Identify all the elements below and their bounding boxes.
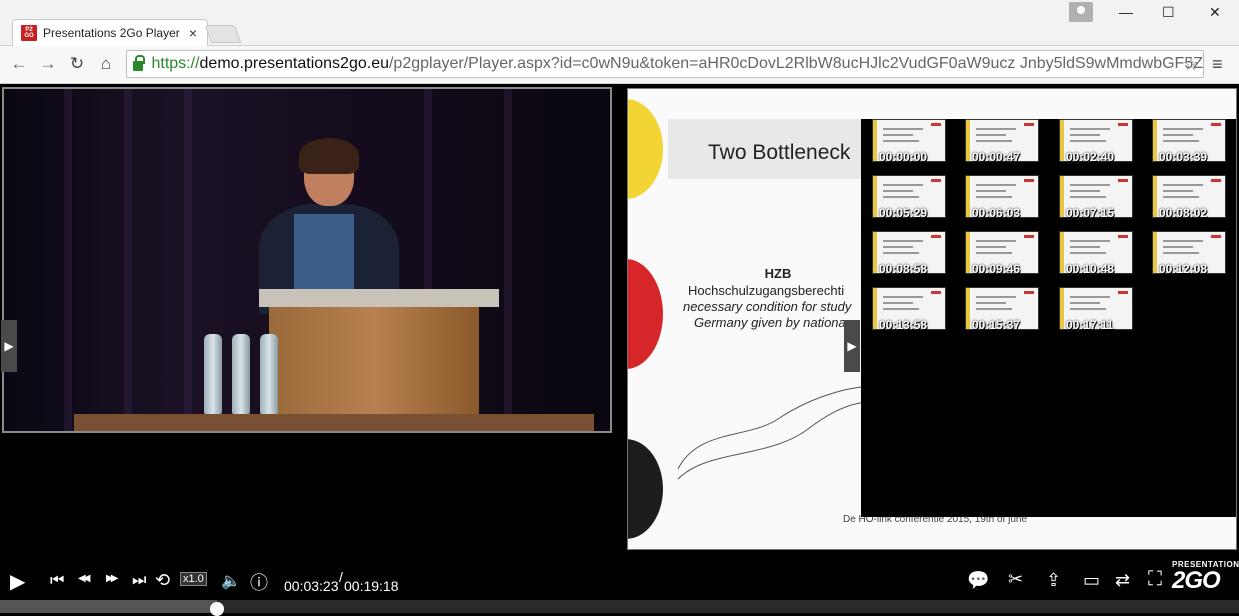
thumbnail-timestamp: 00:09:46 [972,262,1021,276]
close-window-button[interactable]: ✕ [1209,4,1221,21]
chapter-thumbnail[interactable]: 00:00:00 [868,119,946,175]
podium-top [259,289,499,307]
url-text: https://demo.presentations2go.eu/p2gplay… [151,55,1203,72]
left-panel-toggle-icon[interactable]: ▶ [1,320,17,372]
thumbnail-timestamp: 00:02:40 [1066,150,1115,164]
browser-toolbar: ← → ↻ ⌂ https://demo.presentations2go.eu… [0,46,1239,84]
chapter-thumbnail[interactable]: 00:02:40 [1055,119,1133,175]
home-icon[interactable]: ⌂ [95,54,117,74]
address-bar[interactable]: https://demo.presentations2go.eu/p2gplay… [126,50,1204,78]
presentations2go-logo: PRESENTATIONS 2GO [1172,560,1239,594]
thumbnail-timestamp: 00:17:11 [1066,318,1114,332]
chapter-thumbnail[interactable]: 00:07:15 [1055,175,1133,231]
thumbnail-timestamp: 00:06:03 [972,206,1021,220]
time-separator: / [339,569,343,585]
browser-menu-icon[interactable]: ≡ [1212,54,1223,75]
total-time: 00:19:18 [344,578,399,594]
yellow-circle [628,99,663,199]
progress-bar[interactable] [0,600,1239,616]
progress-handle[interactable] [210,602,224,616]
right-panel-toggle-icon[interactable]: ▶ [844,320,860,372]
forward-arrow-icon[interactable]: → [37,54,59,74]
thumbnail-timestamp: 00:05:29 [879,206,928,220]
chat-icon[interactable]: 💬 [967,570,989,591]
info-icon[interactable]: ⓘ [250,569,268,595]
red-circle [628,259,663,369]
player-page: ▶ Two Bottleneck HZB Hochschulzugangsber… [0,85,1239,616]
water-bottle [260,334,278,414]
player-control-bar: ▶ ⏮ ◀◀ ▶▶ ⏭ ⟲ x1.0 🔈 ⓘ 00:03:23 / 00:19:… [0,560,1239,616]
slide-heading: HZB [764,266,792,281]
thumbnail-timestamp: 00:10:48 [1066,262,1115,276]
next-chapter-icon[interactable]: ⏭ [132,572,146,590]
chapter-thumbnail[interactable]: 00:03:39 [1148,119,1226,175]
back-arrow-icon[interactable]: ← [8,54,30,74]
water-bottle [232,334,250,414]
favicon-icon: P2 GO [21,25,37,41]
thumbnail-timestamp: 00:00:00 [879,150,928,164]
tab-title: Presentations 2Go Player [43,26,180,40]
chapter-thumbnail[interactable]: 00:00:47 [961,119,1039,175]
thumbnail-timestamp: 00:07:15 [1066,206,1115,220]
user-profile-icon[interactable] [1069,2,1093,22]
curtain-fold [184,89,192,431]
current-time: 00:03:23 [284,578,339,594]
chapter-thumbnails-panel: 00:00:00 00:00:47 00:02:40 00:03:39 00:05:29… [861,119,1236,517]
chapter-thumbnail[interactable]: 00:10:48 [1055,231,1133,287]
new-tab-button[interactable] [204,25,242,43]
water-bottle [204,334,222,414]
chapter-thumbnail[interactable]: 00:12:08 [1148,231,1226,287]
speaker-figure [259,138,399,314]
progress-fill [0,600,217,613]
table [74,414,594,431]
rewind-icon[interactable]: ◀◀ [78,573,91,584]
chapter-thumbnail[interactable]: 00:05:29 [868,175,946,231]
loop-icon[interactable]: ⟲ [155,570,170,591]
swap-views-icon[interactable]: ⇄ [1115,570,1130,591]
thumbnail-timestamp: 00:03:39 [1159,150,1208,164]
chapter-thumbnail[interactable]: 00:09:46 [961,231,1039,287]
speaker-video[interactable] [2,87,612,433]
minimize-button[interactable]: — [1119,4,1133,20]
chapter-thumbnail[interactable]: 00:08:02 [1148,175,1226,231]
share-icon[interactable]: ⇪ [1046,570,1061,591]
curtain-fold [64,89,72,431]
chapter-thumbnail[interactable]: 00:13:58 [868,287,946,343]
reload-icon[interactable]: ↻ [66,54,88,74]
layout-icon[interactable]: ▭ [1083,570,1100,591]
fast-forward-icon[interactable]: ▶▶ [106,573,119,584]
chapter-thumbnail[interactable]: 00:08:58 [868,231,946,287]
thumbnail-timestamp: 00:08:02 [1159,206,1208,220]
previous-chapter-icon[interactable]: ⏮ [50,572,64,590]
cut-icon[interactable]: ✂ [1008,569,1023,590]
volume-icon[interactable]: 🔈 [221,571,241,591]
tab-close-icon[interactable]: × [189,25,197,41]
bookmark-star-icon[interactable]: ☆ [1183,54,1199,75]
thumbnail-timestamp: 00:12:08 [1159,262,1208,276]
slide-title: Two Bottleneck [708,141,851,164]
maximize-button[interactable]: ☐ [1162,4,1175,21]
thumbnail-timestamp: 00:08:58 [879,262,928,276]
curtain-fold [504,89,512,431]
browser-titlebar: P2 GO Presentations 2Go Player × — ☐ ✕ [0,0,1239,46]
thumbnail-timestamp: 00:13:58 [879,318,928,332]
lock-icon [133,55,146,71]
thumbnail-timestamp: 00:00:47 [972,150,1021,164]
fullscreen-icon[interactable]: ⛶ [1148,568,1162,591]
chapter-thumbnail[interactable]: 00:06:03 [961,175,1039,231]
playback-speed-button[interactable]: x1.0 [180,572,207,586]
browser-tab[interactable]: P2 GO Presentations 2Go Player × [12,19,208,46]
chapter-thumbnail[interactable]: 00:17:11 [1055,287,1133,343]
play-icon[interactable]: ▶ [10,569,25,594]
thumbnail-timestamp: 00:15:37 [972,318,1021,332]
curtain-fold [124,89,132,431]
chapter-thumbnail[interactable]: 00:15:37 [961,287,1039,343]
